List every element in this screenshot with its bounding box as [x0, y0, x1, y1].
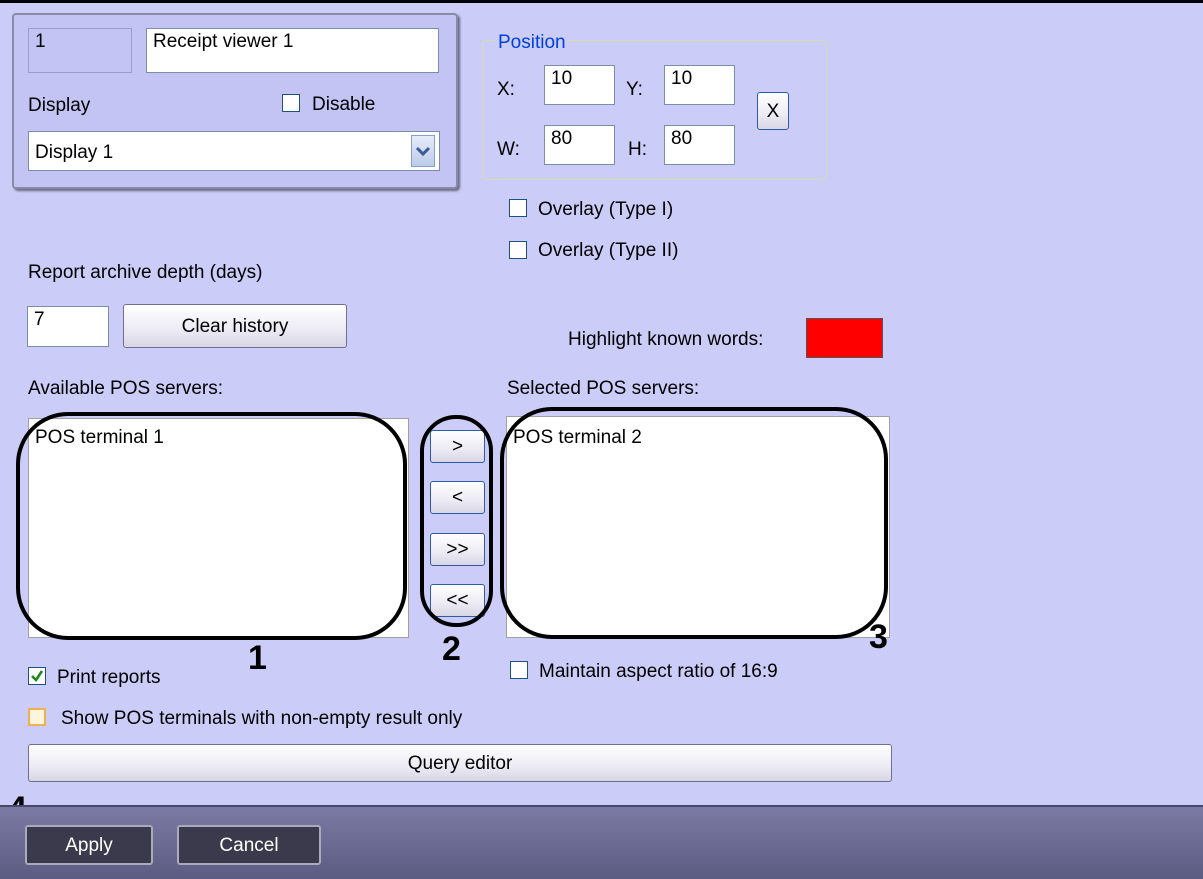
w-label: W:: [497, 139, 520, 160]
archive-depth-input[interactable]: 7: [27, 306, 109, 347]
overlay-type1-label: Overlay (Type I): [538, 199, 674, 220]
display-select-value: Display 1: [35, 142, 114, 163]
w-input[interactable]: 80: [544, 125, 615, 165]
reset-position-button[interactable]: X: [757, 92, 789, 130]
clear-history-button[interactable]: Clear history: [123, 304, 347, 348]
position-title: Position: [496, 32, 568, 53]
callout-number-2: 2: [442, 630, 461, 668]
x-input[interactable]: 10: [544, 65, 615, 105]
query-editor-button[interactable]: Query editor: [28, 744, 892, 782]
top-border: [0, 0, 1203, 3]
y-input[interactable]: 10: [664, 65, 735, 105]
disable-label: Disable: [312, 94, 376, 115]
selected-servers-label: Selected POS servers:: [507, 378, 700, 399]
callout-oval-move-buttons: [420, 415, 493, 627]
maintain-aspect-checkbox[interactable]: [510, 661, 528, 679]
callout-number-3: 3: [869, 618, 888, 656]
callout-oval-selected-list: [500, 407, 888, 639]
show-nonempty-checkbox[interactable]: [28, 708, 46, 726]
available-servers-label: Available POS servers:: [28, 378, 224, 399]
cancel-button[interactable]: Cancel: [177, 825, 321, 865]
show-nonempty-label: Show POS terminals with non-empty result…: [61, 708, 463, 729]
highlight-color-swatch[interactable]: [806, 318, 883, 358]
y-label: Y:: [626, 79, 643, 100]
checkmark-icon: [31, 670, 44, 683]
h-label: H:: [628, 139, 647, 160]
x-label: X:: [497, 79, 515, 100]
overlay-type2-checkbox[interactable]: [509, 241, 527, 259]
print-reports-label: Print reports: [57, 667, 161, 688]
archive-depth-label: Report archive depth (days): [28, 262, 263, 283]
object-id-field: 1: [28, 28, 132, 73]
callout-number-1: 1: [248, 639, 267, 677]
overlay-type1-checkbox[interactable]: [509, 199, 527, 217]
chevron-down-icon[interactable]: [411, 135, 435, 167]
disable-checkbox[interactable]: [282, 94, 300, 112]
callout-oval-available-list: [16, 412, 407, 640]
print-reports-checkbox[interactable]: [28, 667, 46, 685]
display-label: Display: [28, 95, 91, 116]
highlight-known-words-label: Highlight known words:: [568, 329, 764, 350]
apply-button[interactable]: Apply: [25, 825, 153, 865]
object-name-field[interactable]: Receipt viewer 1: [146, 28, 439, 73]
display-select[interactable]: Display 1: [28, 131, 440, 171]
h-input[interactable]: 80: [664, 125, 735, 165]
maintain-aspect-label: Maintain aspect ratio of 16:9: [539, 661, 778, 682]
overlay-type2-label: Overlay (Type II): [538, 240, 679, 261]
